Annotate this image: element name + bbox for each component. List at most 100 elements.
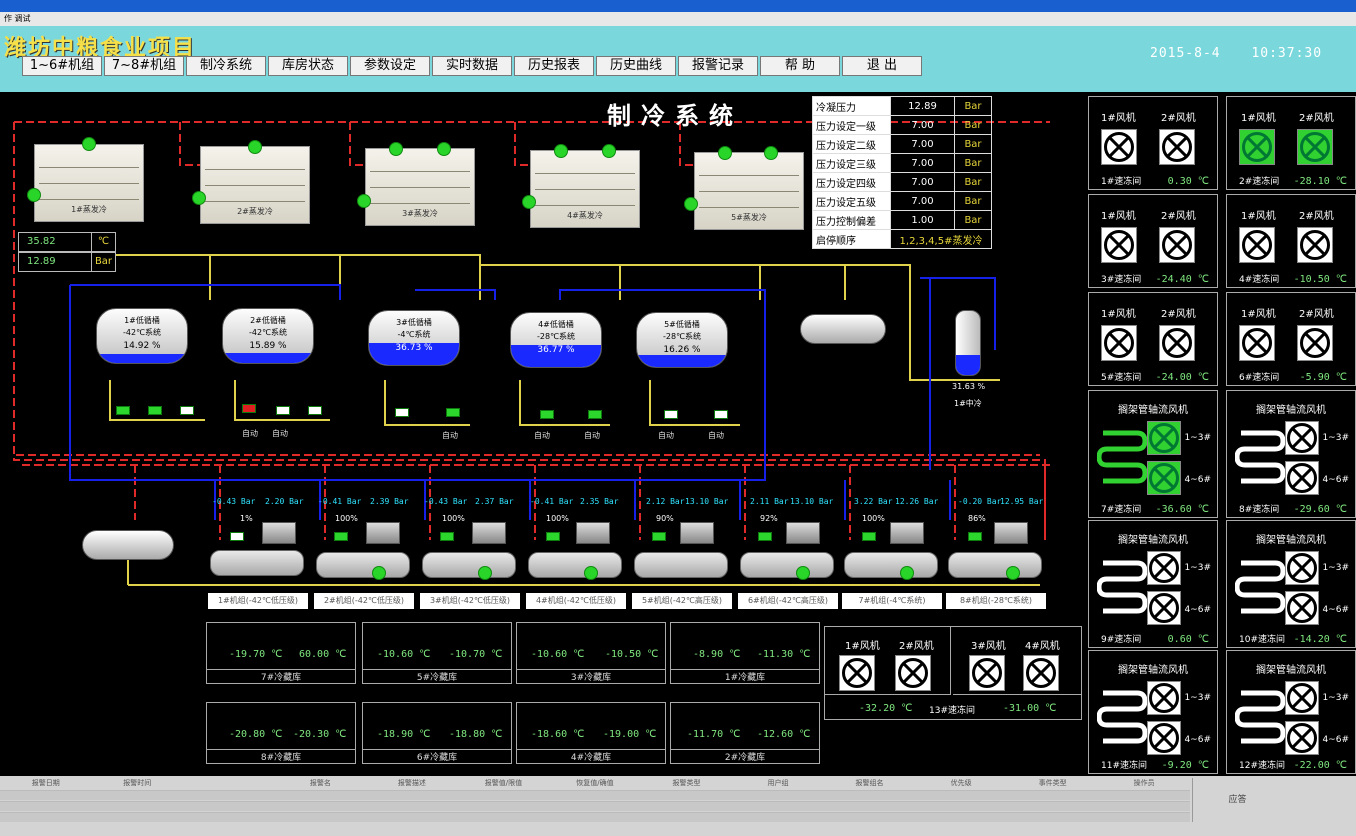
- nav-button-realtime-data[interactable]: 实时数据: [432, 56, 512, 76]
- pump-icon[interactable]: [242, 404, 256, 413]
- cold-room-panel[interactable]: -18.60 ℃ -19.00 ℃ 4#冷藏库: [516, 702, 666, 764]
- row-value[interactable]: 12.89: [890, 96, 955, 116]
- fan-icon[interactable]: [1101, 325, 1137, 361]
- shelf-coil-fan-panel[interactable]: 搁架管轴流风机 1~3# 4~6# 7#速冻间 -36.60 ℃: [1088, 390, 1218, 518]
- pump-icon[interactable]: [395, 408, 409, 417]
- cold-room-panel[interactable]: -8.90 ℃ -11.30 ℃ 1#冷藏库: [670, 622, 820, 684]
- evaporative-condenser-2[interactable]: 2#蒸发冷: [200, 146, 310, 224]
- acknowledge-button[interactable]: 应答: [1192, 778, 1282, 822]
- oil-separator[interactable]: [82, 530, 174, 560]
- evaporative-condenser-5[interactable]: 5#蒸发冷: [694, 152, 804, 230]
- quick-freeze-room-panel[interactable]: 1#风机 2#风机 4#速冻间 -10.50 ℃: [1226, 194, 1356, 288]
- quick-freeze-room-panel[interactable]: 1#风机 2#风机 6#速冻间 -5.90 ℃: [1226, 292, 1356, 386]
- low-pressure-circulator-2[interactable]: 2#低循桶 -42℃系统 15.89 %: [222, 308, 314, 364]
- fan-icon[interactable]: [1147, 591, 1181, 625]
- fan-icon[interactable]: [1147, 721, 1181, 755]
- fan-icon[interactable]: [1285, 681, 1319, 715]
- alarm-row[interactable]: [0, 812, 1190, 822]
- cold-room-panel[interactable]: -20.80 ℃ -20.30 ℃ 8#冷藏库: [206, 702, 356, 764]
- intercooler[interactable]: [955, 310, 981, 376]
- shelf-coil-fan-panel[interactable]: 搁架管轴流风机 1~3# 4~6# 12#速冻间 -22.00 ℃: [1226, 650, 1356, 774]
- low-pressure-circulator-1[interactable]: 1#低循桶 -42℃系统 14.92 %: [96, 308, 188, 364]
- shelf-coil-fan-panel[interactable]: 搁架管轴流风机 1~3# 4~6# 11#速冻间 -9.20 ℃: [1088, 650, 1218, 774]
- fan-icon[interactable]: [839, 655, 875, 691]
- pump-icon[interactable]: [714, 410, 728, 419]
- fan-icon[interactable]: [1297, 325, 1333, 361]
- row-value[interactable]: 1.00: [890, 210, 955, 230]
- pump-icon[interactable]: [446, 408, 460, 417]
- pump-icon[interactable]: [276, 406, 290, 415]
- low-pressure-circulator-3[interactable]: 3#低循桶 -4℃系统 36.73 %: [368, 310, 460, 366]
- startup-order-value[interactable]: 1,2,3,4,5#蒸发冷: [890, 229, 992, 249]
- fan-icon[interactable]: [1297, 129, 1333, 165]
- fan-icon[interactable]: [1285, 461, 1319, 495]
- pump-icon[interactable]: [116, 406, 130, 415]
- nav-button-help[interactable]: 帮 助: [760, 56, 840, 76]
- fan-icon[interactable]: [1285, 551, 1319, 585]
- evaporative-condenser-1[interactable]: 1#蒸发冷: [34, 144, 144, 222]
- nav-button-history-report[interactable]: 历史报表: [514, 56, 594, 76]
- fan-icon[interactable]: [1239, 129, 1275, 165]
- nav-button-units-7-8[interactable]: 7~8#机组: [104, 56, 184, 76]
- fan-icon[interactable]: [1285, 721, 1319, 755]
- nav-button-alarm-log[interactable]: 报警记录: [678, 56, 758, 76]
- fan-icon[interactable]: [895, 655, 931, 691]
- cold-room-panel[interactable]: -10.60 ℃ -10.70 ℃ 5#冷藏库: [362, 622, 512, 684]
- fan-icon[interactable]: [1023, 655, 1059, 691]
- nav-button-refrigeration[interactable]: 制冷系统: [186, 56, 266, 76]
- alarm-row[interactable]: [0, 801, 1190, 811]
- fan-icon[interactable]: [1101, 129, 1137, 165]
- fan-icon[interactable]: [1147, 461, 1181, 495]
- nav-button-units-1-6[interactable]: 1~6#机组: [22, 56, 102, 76]
- menu-bar[interactable]: 作 调试: [0, 12, 1356, 26]
- quick-freeze-room-panel[interactable]: 1#风机 2#风机 3#速冻间 -24.40 ℃: [1088, 194, 1218, 288]
- cold-room-panel[interactable]: -11.70 ℃ -12.60 ℃ 2#冷藏库: [670, 702, 820, 764]
- shelf-coil-fan-panel[interactable]: 搁架管轴流风机 1~3# 4~6# 9#速冻间 0.60 ℃: [1088, 520, 1218, 648]
- fan-icon[interactable]: [1159, 129, 1195, 165]
- pump-icon[interactable]: [588, 410, 602, 419]
- evaporative-condenser-4[interactable]: 4#蒸发冷: [530, 150, 640, 228]
- row-value[interactable]: 7.00: [890, 153, 955, 173]
- fan-icon[interactable]: [1239, 325, 1275, 361]
- fan-icon[interactable]: [1147, 681, 1181, 715]
- fan-icon[interactable]: [1239, 227, 1275, 263]
- row-value[interactable]: 7.00: [890, 172, 955, 192]
- pump-icon[interactable]: [148, 406, 162, 415]
- fan-icon[interactable]: [1159, 325, 1195, 361]
- row-value[interactable]: 7.00: [890, 115, 955, 135]
- fan-icon[interactable]: [1285, 591, 1319, 625]
- shelf-coil-fan-panel[interactable]: 搁架管轴流风机 1~3# 4~6# 10#速冻间 -14.20 ℃: [1226, 520, 1356, 648]
- pump-icon[interactable]: [308, 406, 322, 415]
- nav-button-exit[interactable]: 退 出: [842, 56, 922, 76]
- fan-icon[interactable]: [1297, 227, 1333, 263]
- quick-freeze-room-panel[interactable]: 1#风机 2#风机 5#速冻间 -24.00 ℃: [1088, 292, 1218, 386]
- quick-freeze-room-panel[interactable]: 1#风机 2#风机 2#速冻间 -28.10 ℃: [1226, 96, 1356, 190]
- low-pressure-circulator-5[interactable]: 5#低循桶 -28℃系统 16.26 %: [636, 312, 728, 368]
- row-value[interactable]: 7.00: [890, 134, 955, 154]
- fan-icon[interactable]: [1159, 227, 1195, 263]
- quick-freeze-room-13[interactable]: 1#风机 2#风机 3#风机 4#风机 -32.20 ℃ 13#速冻间 -31.…: [824, 626, 1082, 720]
- fan-icon[interactable]: [1147, 551, 1181, 585]
- high-pressure-receiver[interactable]: [800, 314, 886, 344]
- alarm-row[interactable]: [0, 790, 1190, 800]
- nav-button-history-curve[interactable]: 历史曲线: [596, 56, 676, 76]
- shelf-coil-fan-panel[interactable]: 搁架管轴流风机 1~3# 4~6# 8#速冻间 -29.60 ℃: [1226, 390, 1356, 518]
- pump-icon[interactable]: [180, 406, 194, 415]
- cold-room-panel[interactable]: -10.60 ℃ -10.50 ℃ 3#冷藏库: [516, 622, 666, 684]
- table-row: 压力控制偏差 1.00 Bar: [812, 210, 992, 230]
- pump-icon[interactable]: [664, 410, 678, 419]
- quick-freeze-room-panel[interactable]: 1#风机 2#风机 1#速冻间 0.30 ℃: [1088, 96, 1218, 190]
- nav-button-parameters[interactable]: 参数设定: [350, 56, 430, 76]
- pump-icon[interactable]: [540, 410, 554, 419]
- cold-room-panel[interactable]: -19.70 ℃ 60.00 ℃ 7#冷藏库: [206, 622, 356, 684]
- discharge-pressure: 13.10 Bar: [790, 497, 834, 506]
- row-value[interactable]: 7.00: [890, 191, 955, 211]
- nav-button-storage-status[interactable]: 库房状态: [268, 56, 348, 76]
- low-pressure-circulator-4[interactable]: 4#低循桶 -28℃系统 36.77 %: [510, 312, 602, 368]
- fan-icon[interactable]: [969, 655, 1005, 691]
- fan-icon[interactable]: [1147, 421, 1181, 455]
- fan-icon[interactable]: [1285, 421, 1319, 455]
- cold-room-panel[interactable]: -18.90 ℃ -18.80 ℃ 6#冷藏库: [362, 702, 512, 764]
- evaporative-condenser-3[interactable]: 3#蒸发冷: [365, 148, 475, 226]
- fan-icon[interactable]: [1101, 227, 1137, 263]
